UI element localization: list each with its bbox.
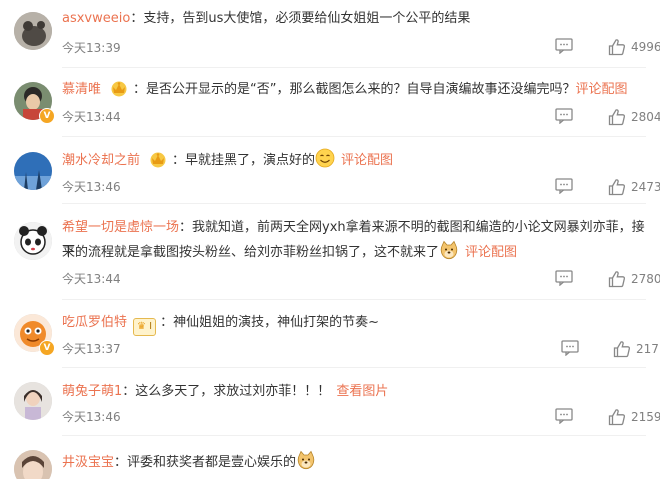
like-count: 217: [636, 342, 659, 356]
like-count: 2804: [631, 110, 660, 124]
comment-icon: [555, 178, 573, 194]
view-image-link[interactable]: 评论配图: [341, 153, 393, 168]
reply-button[interactable]: [555, 108, 573, 124]
like-count: 4996: [631, 40, 660, 54]
comment-username[interactable]: 慕清唯: [62, 82, 101, 97]
like-icon: [608, 270, 626, 288]
comment-item: 萌兔子萌1：这么多天了，求放过刘亦菲！！！ 查看图片 今天13:46 2159: [0, 368, 660, 436]
smile-emoji-icon: [315, 148, 335, 168]
comment-username[interactable]: 希望一切是虚惊一场: [62, 220, 179, 235]
comment-icon: [555, 270, 573, 286]
avatar[interactable]: [14, 152, 52, 190]
avatar[interactable]: [14, 222, 52, 260]
doge-emoji-icon: [296, 450, 316, 470]
verified-badge: V: [39, 108, 55, 124]
comment-text: 这么多天了，求放过刘亦菲！！！: [135, 384, 331, 399]
comment-icon: [561, 340, 579, 356]
like-button[interactable]: 2473: [608, 178, 660, 196]
reply-button[interactable]: [555, 178, 573, 194]
like-button[interactable]: 4996: [608, 38, 660, 56]
comment-text: 支持，告到us大使馆，必须要给仙女姐姐一个公平的结果: [143, 11, 471, 26]
comment-time: 今天13:39: [62, 41, 121, 55]
comment-item: asxvweeio：支持，告到us大使馆，必须要给仙女姐姐一个公平的结果 今天1…: [0, 0, 660, 68]
comment-item: 潮水冷却之前 ：早就挂黑了，演点好的 评论配图 今天13:46 2473: [0, 138, 660, 204]
avatar[interactable]: [14, 450, 52, 479]
comment-username[interactable]: 潮水冷却之前: [62, 153, 140, 168]
comment-time: 今天13:46: [62, 410, 121, 424]
like-icon: [608, 408, 626, 426]
like-button[interactable]: 217: [613, 340, 659, 358]
view-image-link[interactable]: 评论配图: [465, 245, 517, 260]
comment-text-continued: 来的流程就是拿截图按头粉丝、给刘亦菲粉丝扣锅了，这不就来了: [62, 245, 440, 260]
like-icon: [608, 38, 626, 56]
comment-time: 今天13:46: [62, 180, 121, 194]
comment-icon: [555, 108, 573, 124]
divider: [62, 136, 646, 137]
crown-badge-icon: [148, 150, 168, 168]
like-button[interactable]: 2804: [608, 108, 660, 126]
comment-item: V 慕清唯 ：是否公开显示的是“否”，那么截图怎么来的？自导自演编故事还没编完吗？…: [0, 68, 660, 138]
like-count: 2780: [631, 272, 660, 286]
reply-button[interactable]: [561, 340, 579, 356]
doge-emoji-icon: [439, 240, 459, 260]
comment-item: 井汲宝宝：评委和获奖者都是壹心娱乐的: [0, 436, 660, 479]
reply-button[interactable]: [555, 38, 573, 54]
comment-text: 是否公开显示的是“否”，那么截图怎么来的？自导自演编故事还没编完吗？: [146, 82, 576, 97]
like-icon: [608, 108, 626, 126]
like-button[interactable]: 2780: [608, 270, 660, 288]
view-image-link[interactable]: 评论配图: [576, 82, 628, 97]
comment-time: 今天13:44: [62, 272, 121, 286]
like-icon: [613, 340, 631, 358]
comment-username[interactable]: 萌兔子萌1: [62, 384, 122, 399]
like-count: 2473: [631, 180, 660, 194]
comment-time: 今天13:37: [62, 342, 121, 356]
comment-item: V 吃瓜罗伯特 ♛ I ：神仙姐姐的演技，神仙打架的节奏~ 今天13:37 217: [0, 300, 660, 368]
like-count: 2159: [631, 410, 660, 424]
crown-badge-icon: [109, 79, 129, 97]
avatar[interactable]: [14, 12, 52, 50]
avatar[interactable]: [14, 382, 52, 420]
comment-icon: [555, 408, 573, 424]
reply-button[interactable]: [555, 270, 573, 286]
comment-icon: [555, 38, 573, 54]
comment-username[interactable]: asxvweeio: [62, 11, 130, 26]
like-button[interactable]: 2159: [608, 408, 660, 426]
comment-text: 早就挂黑了，演点好的: [185, 153, 316, 168]
comment-username[interactable]: 井汲宝宝: [62, 455, 114, 470]
comment-item: 希望一切是虚惊一场：我就知道，前两天全网yxh拿着来源不明的截图和编造的小论文网…: [0, 204, 660, 304]
reply-button[interactable]: [555, 408, 573, 424]
view-image-link[interactable]: 查看图片: [336, 384, 388, 399]
member-level-badge: ♛ I: [133, 318, 157, 336]
comment-text: 评委和获奖者都是壹心娱乐的: [127, 455, 297, 470]
comment-text: 神仙姐姐的演技，神仙打架的节奏~: [173, 315, 380, 330]
comment-time: 今天13:44: [62, 110, 121, 124]
verified-badge: V: [39, 340, 55, 356]
comment-username[interactable]: 吃瓜罗伯特: [62, 315, 127, 330]
like-icon: [608, 178, 626, 196]
